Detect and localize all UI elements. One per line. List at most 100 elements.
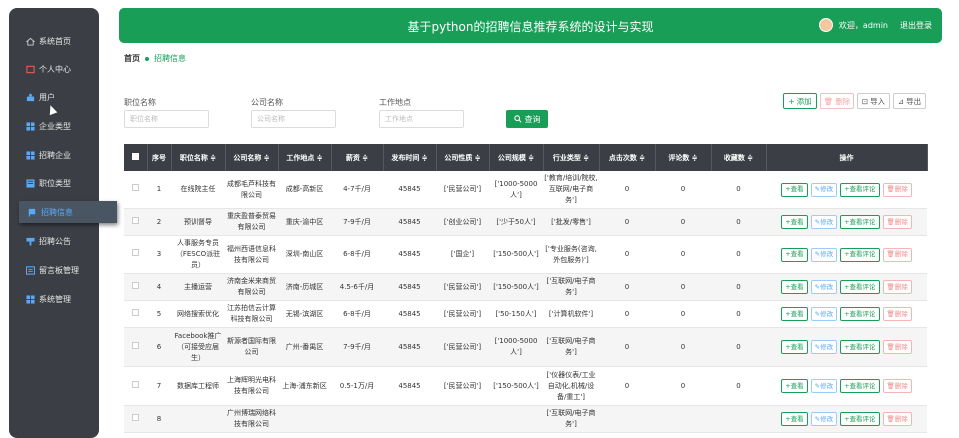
column-header[interactable]: 公司规模 ≑ <box>489 144 544 171</box>
view-button-label: 查看 <box>790 309 804 318</box>
delete-button[interactable]: 🗑 删除 <box>882 182 912 197</box>
delete-button[interactable]: 🗑 删除 <box>882 280 912 294</box>
view-button[interactable]: + 查看 <box>781 215 808 229</box>
edit-button[interactable]: ✎ 修改 <box>810 340 838 354</box>
column-header[interactable]: 公司名称 ≑ <box>225 144 279 171</box>
company-name-input[interactable] <box>251 110 336 128</box>
column-header[interactable]: 薪资 ≑ <box>331 144 384 171</box>
sidebar-item-personal-center[interactable]: 个人中心 <box>9 58 99 80</box>
table-header-row: 序号 职位名称 ≑ 公司名称 ≑ 工作地点 ≑ 薪资 ≑ 发布时间 ≑ 公司性质 ≑ 公司规模… <box>124 144 928 171</box>
table-cell: 0 <box>711 235 766 274</box>
view-button[interactable]: + 查看 <box>781 307 808 321</box>
view-comments-button[interactable]: + 查看评论 <box>840 340 880 354</box>
table-cell: 0 <box>655 327 711 367</box>
column-header[interactable]: 评论数 ≑ <box>655 144 712 171</box>
table-cell: 4-7千/月 <box>331 171 383 209</box>
add-label: 添加 <box>796 96 812 106</box>
delete-button[interactable]: 🗑 删除 <box>882 307 912 321</box>
import-icon: ⊡ <box>861 96 869 106</box>
column-header[interactable]: 行业类型 ≑ <box>543 144 600 171</box>
column-header[interactable]: 工作地点 ≑ <box>278 144 332 171</box>
sidebar-item-recruiting-companies[interactable]: 招聘企业 <box>9 144 99 166</box>
view-comments-button-label: 查看评论 <box>849 282 876 291</box>
export-button[interactable]: ⊿ 导出 <box>893 93 926 109</box>
row-checkbox[interactable] <box>132 184 139 191</box>
view-comments-button[interactable]: + 查看评论 <box>840 307 880 321</box>
edit-button[interactable]: ✎ 修改 <box>810 412 838 426</box>
import-button[interactable]: ⊡ 导入 <box>857 93 890 109</box>
edit-button[interactable]: ✎ 修改 <box>810 247 838 262</box>
row-checkbox[interactable] <box>132 413 139 421</box>
grid-icon <box>25 121 35 131</box>
table-cell: ['互联网/电子商务'] <box>543 273 599 301</box>
delete-button[interactable]: 🗑 删除 <box>882 379 912 393</box>
table-cell: 上海-浦东新区 <box>278 366 331 406</box>
view-comments-button[interactable]: + 查看评论 <box>840 247 880 262</box>
view-button[interactable]: + 查看 <box>781 340 808 354</box>
trash-icon: 🗑 <box>823 96 834 106</box>
view-comments-button[interactable]: + 查看评论 <box>840 280 880 294</box>
edit-button[interactable]: ✎ 修改 <box>810 280 838 294</box>
delete-button[interactable]: 🗑 删除 <box>882 412 912 426</box>
column-header[interactable]: 发布时间 ≑ <box>383 144 437 171</box>
table-cell: 重庆-渝中区 <box>278 208 331 236</box>
view-button[interactable]: + 查看 <box>781 247 808 262</box>
table-cell <box>599 405 655 433</box>
breadcrumb-home[interactable]: 首页 <box>124 53 140 64</box>
sidebar-item-system-management[interactable]: 系统管理 <box>9 288 99 310</box>
sidebar-item-message-board[interactable]: 留言板管理 <box>9 259 99 281</box>
row-checkbox[interactable] <box>132 281 139 289</box>
add-button[interactable]: + 添加 <box>783 93 817 109</box>
view-comments-button-label: 查看评论 <box>849 217 876 226</box>
search-button[interactable]: 查询 <box>506 110 548 128</box>
view-comments-button[interactable]: + 查看评论 <box>840 379 880 393</box>
edit-button[interactable]: ✎ 修改 <box>810 215 838 229</box>
table-cell: 3 <box>147 235 171 274</box>
table-cell: 0 <box>599 366 655 406</box>
sidebar-item-home[interactable]: 系统首页 <box>9 30 99 52</box>
view-comments-button[interactable]: + 查看评论 <box>840 215 880 229</box>
delete-label: 删除 <box>835 96 851 106</box>
view-button[interactable]: + 查看 <box>781 412 808 426</box>
view-button[interactable]: + 查看 <box>781 280 808 294</box>
table-cell: 4.5-6千/月 <box>331 273 383 301</box>
table-cell: 7-9千/月 <box>331 208 383 236</box>
column-header[interactable]: 公司性质 ≑ <box>436 144 490 171</box>
row-checkbox[interactable] <box>132 380 139 388</box>
job-name-input[interactable] <box>124 110 209 128</box>
edit-button[interactable]: ✎ 修改 <box>810 379 838 393</box>
view-button[interactable]: + 查看 <box>781 379 808 393</box>
view-comments-button[interactable]: + 查看评论 <box>840 182 880 197</box>
delete-button[interactable]: 🗑 删除 <box>882 340 912 354</box>
column-header[interactable]: 收藏数 ≑ <box>711 144 767 171</box>
sidebar-item-job-types[interactable]: 职位类型 <box>9 172 99 194</box>
sidebar-item-job-info[interactable]: 招聘信息 <box>19 201 117 223</box>
row-checkbox[interactable] <box>132 308 139 316</box>
select-all-checkbox[interactable] <box>131 153 139 160</box>
column-header[interactable]: 职位名称 ≑ <box>171 144 226 171</box>
delete-button[interactable]: 🗑 删除 <box>882 247 912 262</box>
row-checkbox[interactable] <box>132 341 139 349</box>
column-header[interactable]: 点击次数 ≑ <box>599 144 656 171</box>
batch-delete-button[interactable]: 🗑 删除 <box>820 93 854 109</box>
trash-icon: 🗑 <box>886 250 895 258</box>
table-cell <box>655 405 711 433</box>
row-checkbox[interactable] <box>132 216 139 224</box>
actions-cell: + 查看 ✎ 修改 + 查看评论 🗑 删除 <box>766 273 927 301</box>
sidebar-item-company-types[interactable]: 企业类型 <box>9 115 99 137</box>
logout-link[interactable]: 退出登录 <box>900 20 932 31</box>
location-input[interactable] <box>379 110 464 128</box>
row-checkbox[interactable] <box>132 249 139 256</box>
edit-button[interactable]: ✎ 修改 <box>810 182 838 197</box>
breadcrumb: 首页 招聘信息 <box>124 53 186 64</box>
delete-button-label: 删除 <box>894 185 908 193</box>
delete-button[interactable]: 🗑 删除 <box>882 215 912 229</box>
avatar[interactable] <box>818 18 833 32</box>
view-comments-button[interactable]: + 查看评论 <box>840 412 880 426</box>
sidebar-item-announcements[interactable]: 招聘公告 <box>9 230 99 252</box>
row-select-cell <box>124 171 147 209</box>
view-button[interactable]: + 查看 <box>781 182 808 197</box>
edit-button[interactable]: ✎ 修改 <box>810 307 838 321</box>
table-cell: ['教育/培训/院校,互联网/电子商务'] <box>543 171 599 209</box>
view-button-label: 查看 <box>790 250 804 258</box>
